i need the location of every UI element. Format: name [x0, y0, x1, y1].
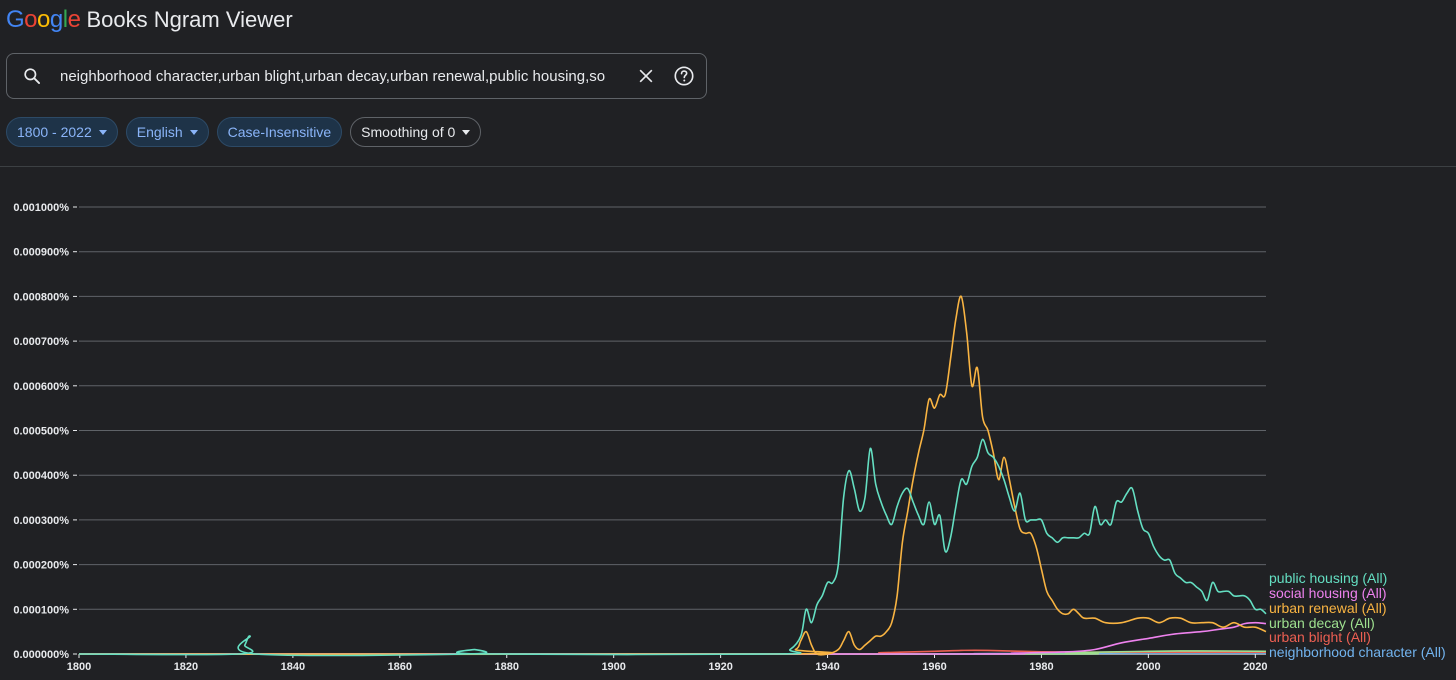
- x-tick-label: 2000: [1136, 661, 1160, 673]
- x-tick-label: 1800: [67, 661, 91, 673]
- y-tick-label: 0.001000%: [13, 202, 69, 214]
- y-tick-label: 0.000300%: [13, 515, 69, 527]
- y-tick-label: 0.000100%: [13, 604, 69, 616]
- series-line-public-housing-all: [78, 438, 1267, 657]
- x-tick-label: 1840: [281, 661, 305, 673]
- x-tick-label: 1820: [174, 661, 198, 673]
- legend-label: neighborhood character (All): [1269, 644, 1446, 660]
- ngram-chart: 0.000000% 0.000100% 0.000200% 0.000300% 0.00…: [13, 202, 1446, 673]
- y-tick-label: 0.000000%: [13, 649, 69, 661]
- y-tick-label: 0.000800%: [13, 291, 69, 303]
- y-tick-label: 0.000200%: [13, 560, 69, 572]
- y-tick-label: 0.000900%: [13, 247, 69, 259]
- x-tick-label: 1980: [1029, 661, 1053, 673]
- x-tick-label: 1900: [601, 661, 625, 673]
- y-tick-label: 0.000600%: [13, 381, 69, 393]
- legend-label: public housing (All): [1269, 570, 1387, 586]
- legend-label: social housing (All): [1269, 585, 1387, 601]
- x-tick-label: 1920: [708, 661, 732, 673]
- x-tick-label: 2020: [1243, 661, 1267, 673]
- x-tick-label: 1940: [815, 661, 839, 673]
- legend-label: urban renewal (All): [1269, 600, 1387, 616]
- legend-label: urban blight (All): [1269, 629, 1371, 645]
- y-tick-label: 0.000700%: [13, 336, 69, 348]
- x-tick-label: 1860: [388, 661, 412, 673]
- series-line-social-housing-all: [78, 621, 1267, 655]
- y-tick-label: 0.000500%: [13, 426, 69, 438]
- x-tick-label: 1880: [495, 661, 519, 673]
- y-tick-label: 0.000400%: [13, 470, 69, 482]
- x-tick-label: 1960: [922, 661, 946, 673]
